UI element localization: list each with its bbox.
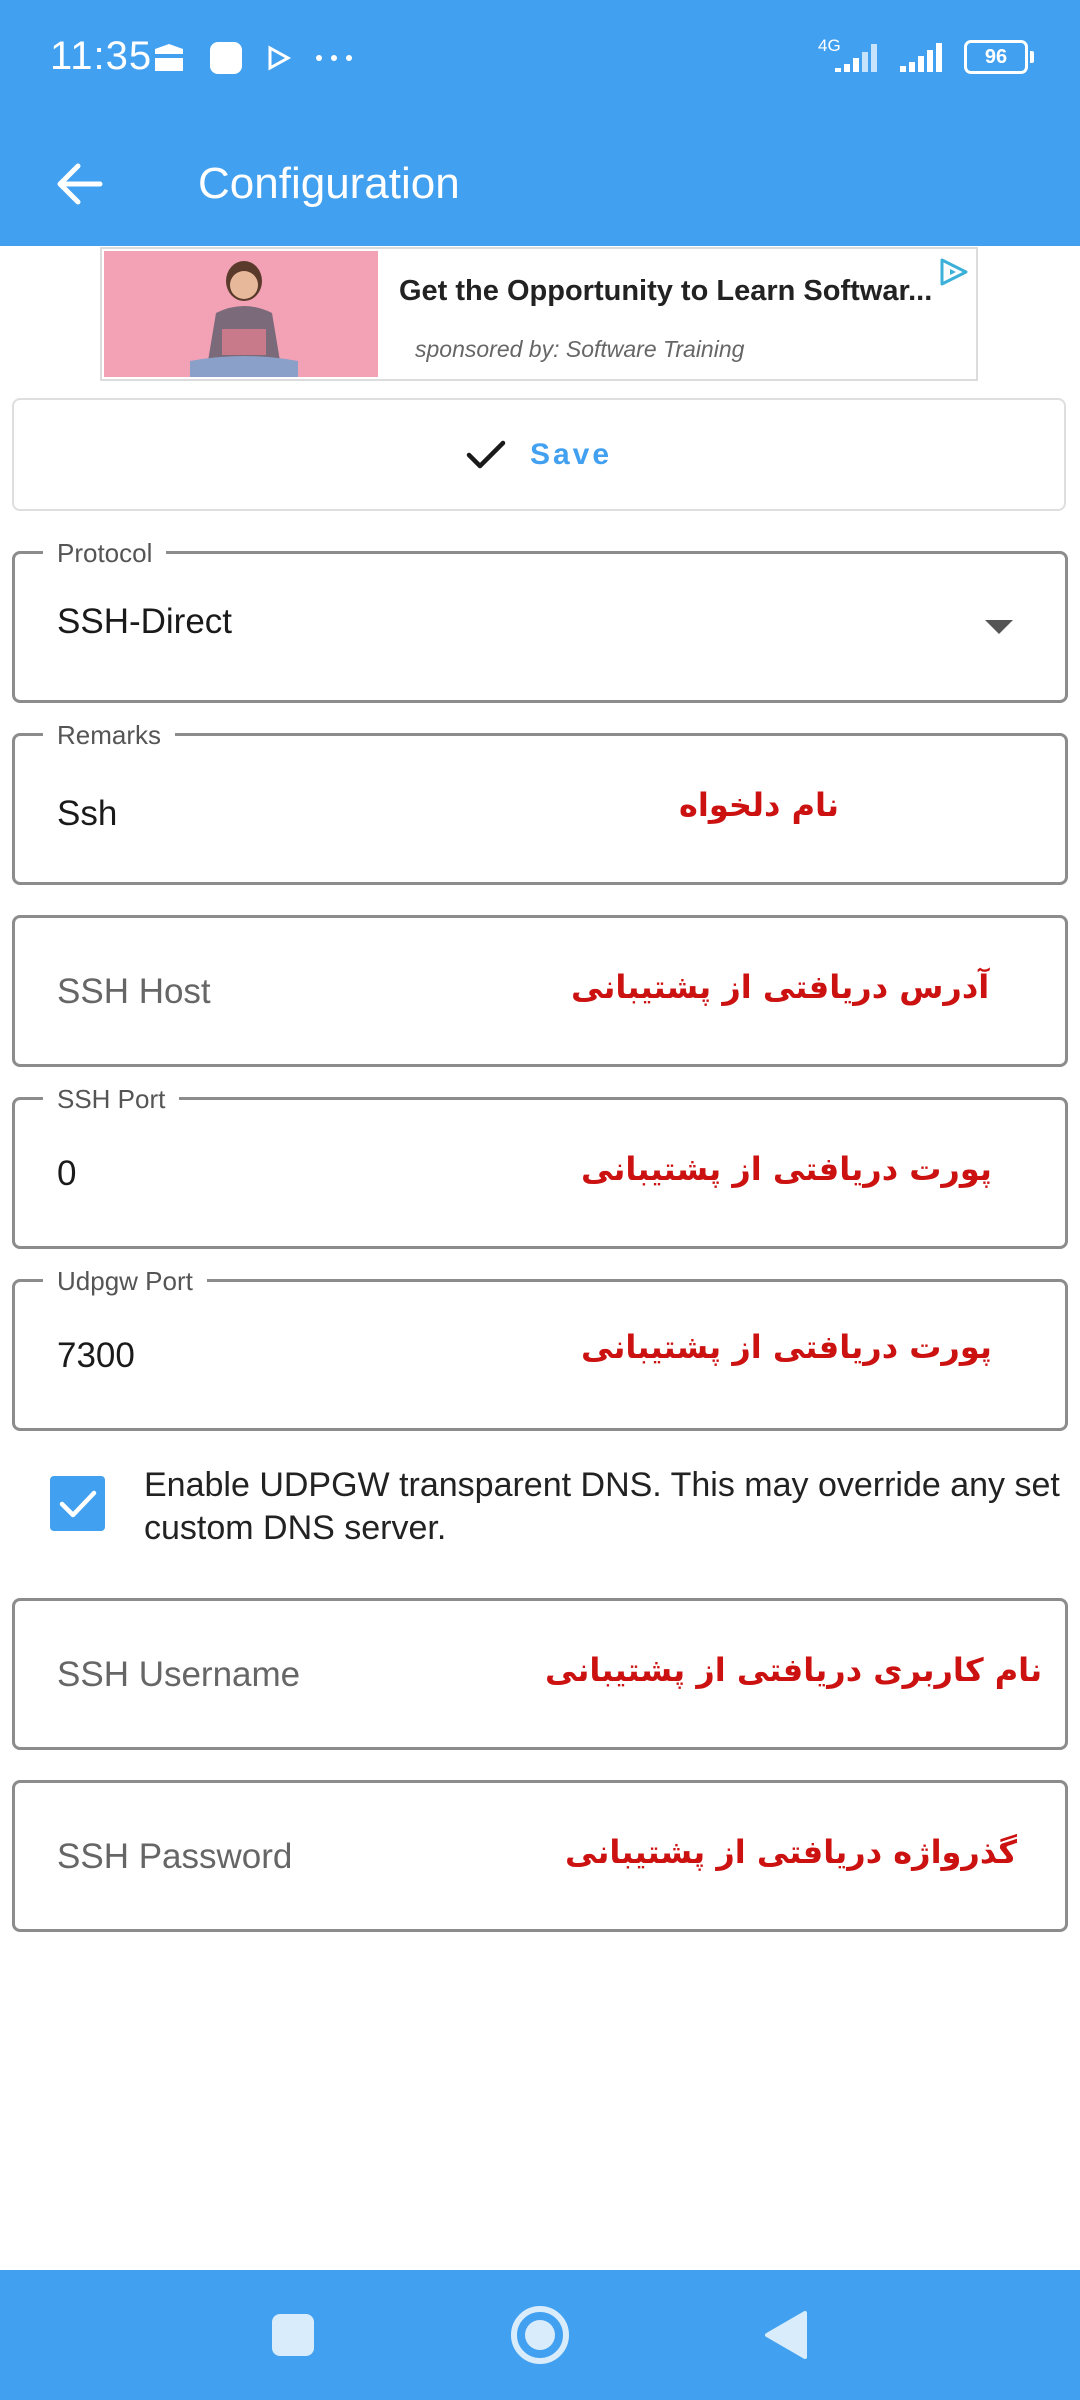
ssh-username-annotation: نام کاربری دریافتی از پشتیبانی [545,1651,1043,1689]
recents-button[interactable] [256,2298,330,2372]
udpgw-dns-option: Enable UDPGW transparent DNS. This may o… [50,1460,1070,1570]
dropdown-arrow-icon [985,620,1013,641]
battery-indicator: 96 [964,40,1034,74]
protocol-select[interactable]: Protocol SSH-Direct [12,538,1068,703]
ssh-password-field[interactable]: SSH Password گذرواژه دریافتی از پشتیبانی [12,1780,1068,1932]
remarks-label: Remarks [43,720,176,750]
ssh-host-placeholder: SSH Host [57,972,211,1011]
page-title: Configuration [198,159,460,208]
ad-banner[interactable]: Get the Opportunity to Learn Softwar... … [100,247,978,381]
ssh-username-field[interactable]: SSH Username نام کاربری دریافتی از پشتیب… [12,1598,1068,1750]
protocol-label: Protocol [43,538,167,568]
ssh-port-value: 0 [57,1154,77,1193]
status-bar: 11:35 4G 96 [0,0,1080,122]
udpgw-port-annotation: پورت دریافتی از پشتیبانی [581,1328,992,1366]
check-icon [466,440,506,468]
play-store-icon [266,45,292,71]
udpgw-port-value: 7300 [57,1336,135,1375]
signal-icon [898,40,950,74]
back-button[interactable] [40,144,120,224]
remarks-field[interactable]: Remarks Ssh نام دلخواه [12,720,1068,885]
home-button[interactable] [503,2298,577,2372]
udpgw-port-field[interactable]: Udpgw Port 7300 پورت دریافتی از پشتیبانی [12,1266,1068,1431]
checkmark-icon [59,1490,96,1517]
notification-icons [152,40,354,76]
udpgw-dns-checkbox[interactable] [50,1476,105,1531]
navigation-bar [0,2270,1080,2400]
square-icon [272,2314,314,2356]
ssh-password-annotation: گذرواژه دریافتی از پشتیبانی [565,1833,1017,1871]
ssh-port-label: SSH Port [43,1084,180,1114]
ssh-host-field[interactable]: SSH Host آدرس دریافتی از پشتیبانی [12,915,1068,1067]
signal-4g-icon: 4G [818,36,884,74]
ssh-port-field[interactable]: SSH Port 0 پورت دریافتی از پشتیبانی [12,1084,1068,1249]
save-label: Save [529,437,613,471]
circle-icon [511,2306,569,2364]
ssh-host-annotation: آدرس دریافتی از پشتیبانی [571,968,990,1006]
status-time: 11:35 [50,34,153,78]
ad-image [104,251,378,377]
udpgw-port-label: Udpgw Port [43,1266,207,1296]
adchoices-icon[interactable] [938,257,972,292]
udpgw-dns-label: Enable UDPGW transparent DNS. This may o… [144,1466,1060,1547]
remarks-annotation: نام دلخواه [679,786,840,824]
status-right: 4G 96 [818,36,1034,74]
ad-title: Get the Opportunity to Learn Softwar... [399,275,933,307]
network-type: 4G [818,36,841,55]
ssh-username-placeholder: SSH Username [57,1655,301,1694]
remarks-value: Ssh [57,794,118,833]
ssh-password-placeholder: SSH Password [57,1837,293,1876]
arrow-left-icon [57,163,103,205]
protocol-value: SSH-Direct [57,602,233,641]
ad-sponsor: sponsored by: Software Training [415,336,745,362]
save-button[interactable]: Save [12,398,1066,511]
kaaba-icon [152,43,186,73]
triangle-back-icon [765,2311,807,2359]
app-bar: Configuration [0,122,1080,246]
back-nav-button[interactable] [748,2298,822,2372]
ssh-port-annotation: پورت دریافتی از پشتیبانی [581,1150,992,1188]
app-square-icon [208,40,244,76]
more-dots-icon [314,53,354,63]
